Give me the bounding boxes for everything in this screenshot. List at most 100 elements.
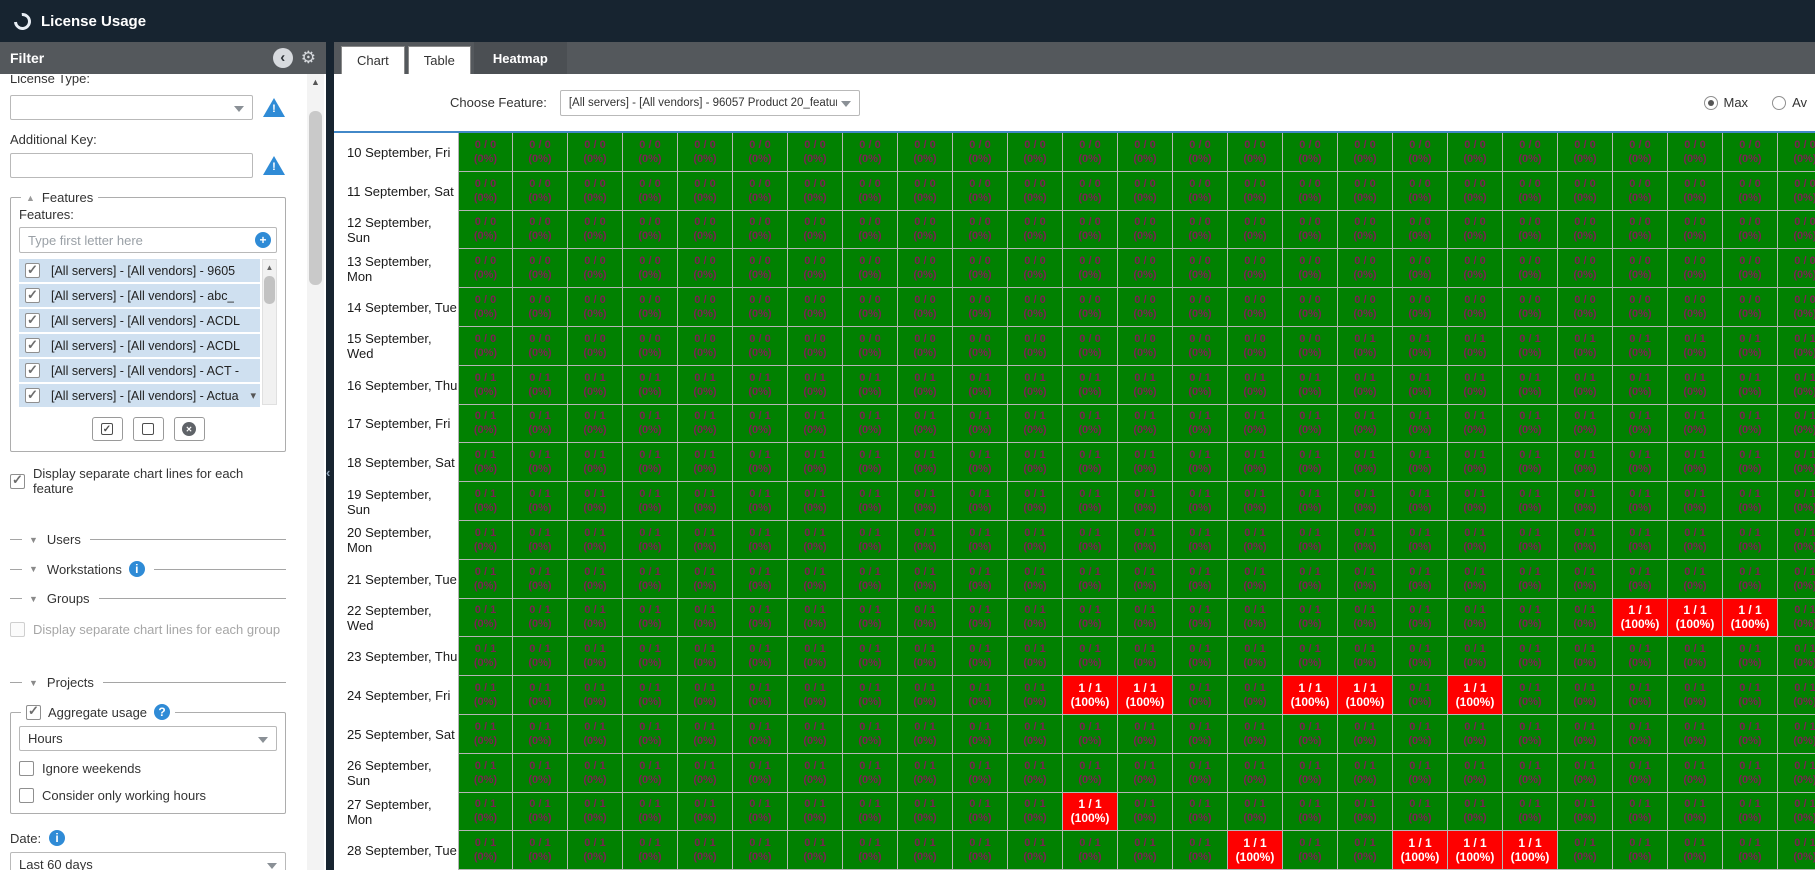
heatmap-cell[interactable]: 0 / 0(0%) [1558,172,1613,211]
heatmap-cell[interactable]: 1 / 1(100%) [1503,831,1558,870]
heatmap-cell[interactable]: 0 / 1(0%) [1393,715,1448,754]
heatmap-cell[interactable]: 0 / 1(0%) [1118,482,1173,521]
heatmap-cell[interactable]: 0 / 0(0%) [568,249,623,288]
heatmap-cell[interactable]: 0 / 1(0%) [1283,366,1338,405]
heatmap-cell[interactable]: 0 / 1(0%) [1503,443,1558,482]
heatmap-cell[interactable]: 0 / 0(0%) [733,249,788,288]
heatmap-cell[interactable]: 0 / 0(0%) [1393,249,1448,288]
heatmap-cell[interactable]: 0 / 0(0%) [1503,133,1558,172]
heatmap-cell[interactable]: 0 / 0(0%) [898,172,953,211]
heatmap-cell[interactable]: 0 / 1(0%) [1063,443,1118,482]
heatmap-cell[interactable]: 0 / 1(0%) [1558,521,1613,560]
heatmap-cell[interactable]: 0 / 1(0%) [1118,366,1173,405]
heatmap-cell[interactable]: 0 / 1(0%) [458,521,513,560]
heatmap-cell[interactable]: 0 / 0(0%) [843,133,898,172]
heatmap-cell[interactable]: 0 / 1(0%) [568,831,623,870]
heatmap-cell[interactable]: 0 / 0(0%) [623,327,678,366]
heatmap-cell[interactable]: 0 / 1(0%) [568,482,623,521]
heatmap-cell[interactable]: 0 / 0(0%) [623,249,678,288]
heatmap-cell[interactable]: 0 / 1(0%) [513,793,568,832]
heatmap-cell[interactable]: 0 / 1(0%) [1448,521,1503,560]
heatmap-cell[interactable]: 0 / 1(0%) [1338,443,1393,482]
heatmap-cell[interactable]: 0 / 1(0%) [1338,715,1393,754]
heatmap-cell[interactable]: 0 / 1(0%) [1668,715,1723,754]
heatmap-cell[interactable]: 0 / 1(0%) [788,754,843,793]
heatmap-cell[interactable]: 0 / 0(0%) [1503,249,1558,288]
heatmap-cell[interactable]: 0 / 0(0%) [1778,133,1815,172]
clear-selection-button[interactable]: ✕ [174,417,205,441]
heatmap-cell[interactable]: 0 / 0(0%) [623,172,678,211]
heatmap-cell[interactable]: 0 / 1(0%) [1008,482,1063,521]
heatmap-cell[interactable]: 0 / 0(0%) [1448,249,1503,288]
heatmap-cell[interactable]: 0 / 1(0%) [1558,443,1613,482]
heatmap-cell[interactable]: 0 / 1(0%) [1118,637,1173,676]
heatmap-cell[interactable]: 0 / 1(0%) [1008,366,1063,405]
heatmap-cell[interactable]: 0 / 0(0%) [1118,172,1173,211]
heatmap-cell[interactable]: 0 / 1(0%) [898,831,953,870]
heatmap-cell[interactable]: 0 / 0(0%) [1778,172,1815,211]
heatmap-cell[interactable]: 0 / 1(0%) [1338,793,1393,832]
heatmap-cell[interactable]: 0 / 1(0%) [1063,754,1118,793]
ignore-weekends-checkbox[interactable] [19,761,34,776]
heatmap-cell[interactable]: 0 / 1(0%) [843,521,898,560]
heatmap-cell[interactable]: 0 / 0(0%) [1338,172,1393,211]
scrollbar-up-icon[interactable]: ▲ [307,74,324,90]
heatmap-cell[interactable]: 1 / 1(100%) [1063,793,1118,832]
heatmap-cell[interactable]: 0 / 0(0%) [733,172,788,211]
heatmap-cell[interactable]: 0 / 0(0%) [1283,211,1338,250]
heatmap-cell[interactable]: 0 / 0(0%) [513,133,568,172]
features-legend[interactable]: ▲ Features [21,190,98,205]
heatmap-cell[interactable]: 1 / 1(100%) [1668,599,1723,638]
heatmap-cell[interactable]: 0 / 1(0%) [568,366,623,405]
heatmap-cell[interactable]: 0 / 1(0%) [953,754,1008,793]
heatmap-cell[interactable]: 0 / 0(0%) [568,327,623,366]
heatmap-cell[interactable]: 0 / 0(0%) [1173,133,1228,172]
heatmap-cell[interactable]: 0 / 0(0%) [1118,327,1173,366]
heatmap-cell[interactable]: 0 / 0(0%) [1283,288,1338,327]
heatmap-cell[interactable]: 0 / 1(0%) [898,637,953,676]
heatmap-cell[interactable]: 0 / 1(0%) [678,405,733,444]
heatmap-cell[interactable]: 0 / 1(0%) [568,793,623,832]
heatmap-cell[interactable]: 0 / 0(0%) [513,172,568,211]
heatmap-cell[interactable]: 0 / 0(0%) [1228,288,1283,327]
heatmap-cell[interactable]: 0 / 0(0%) [513,288,568,327]
heatmap-cell[interactable]: 0 / 0(0%) [1063,327,1118,366]
heatmap-cell[interactable]: 0 / 0(0%) [1118,133,1173,172]
heatmap-cell[interactable]: 0 / 1(0%) [458,715,513,754]
heatmap-cell[interactable]: 0 / 0(0%) [513,327,568,366]
heatmap-cell[interactable]: 0 / 1(0%) [1008,754,1063,793]
heatmap-cell[interactable]: 0 / 1(0%) [1118,754,1173,793]
heatmap-cell[interactable]: 0 / 1(0%) [1338,754,1393,793]
section-groups[interactable]: ▼ Groups [10,591,286,606]
heatmap-cell[interactable]: 0 / 1(0%) [623,599,678,638]
heatmap-cell[interactable]: 0 / 1(0%) [1063,482,1118,521]
heatmap-cell[interactable]: 0 / 1(0%) [1118,599,1173,638]
heatmap-cell[interactable]: 0 / 1(0%) [568,599,623,638]
heatmap-cell[interactable]: 1 / 1(100%) [1448,676,1503,715]
heatmap-cell[interactable]: 0 / 1(0%) [1173,560,1228,599]
heatmap-cell[interactable]: 0 / 1(0%) [1668,327,1723,366]
heatmap-cell[interactable]: 0 / 1(0%) [513,637,568,676]
heatmap-cell[interactable]: 0 / 1(0%) [1778,327,1815,366]
heatmap-cell[interactable]: 0 / 1(0%) [1173,715,1228,754]
heatmap-cell[interactable]: 0 / 0(0%) [1173,211,1228,250]
license-type-select[interactable] [10,95,253,120]
heatmap-cell[interactable]: 0 / 1(0%) [568,443,623,482]
heatmap-cell[interactable]: 0 / 1(0%) [953,560,1008,599]
heatmap-cell[interactable]: 0 / 1(0%) [1338,599,1393,638]
heatmap-cell[interactable]: 0 / 1(0%) [733,443,788,482]
heatmap-cell[interactable]: 0 / 0(0%) [458,327,513,366]
heatmap-cell[interactable]: 0 / 1(0%) [458,560,513,599]
heatmap-cell[interactable]: 0 / 1(0%) [458,754,513,793]
heatmap-cell[interactable]: 0 / 1(0%) [1668,482,1723,521]
heatmap-cell[interactable]: 0 / 1(0%) [1283,637,1338,676]
heatmap-cell[interactable]: 0 / 1(0%) [458,637,513,676]
heatmap-cell[interactable]: 0 / 1(0%) [1778,405,1815,444]
heatmap-cell[interactable]: 0 / 1(0%) [1723,443,1778,482]
heatmap-cell[interactable]: 0 / 1(0%) [623,366,678,405]
heatmap-cell[interactable]: 0 / 1(0%) [1228,676,1283,715]
feature-list-item[interactable]: [All servers] - [All vendors] - abc_ [19,284,260,307]
heatmap-cell[interactable]: 0 / 1(0%) [1778,831,1815,870]
heatmap-cell[interactable]: 0 / 1(0%) [953,521,1008,560]
heatmap-cell[interactable]: 0 / 1(0%) [1448,366,1503,405]
